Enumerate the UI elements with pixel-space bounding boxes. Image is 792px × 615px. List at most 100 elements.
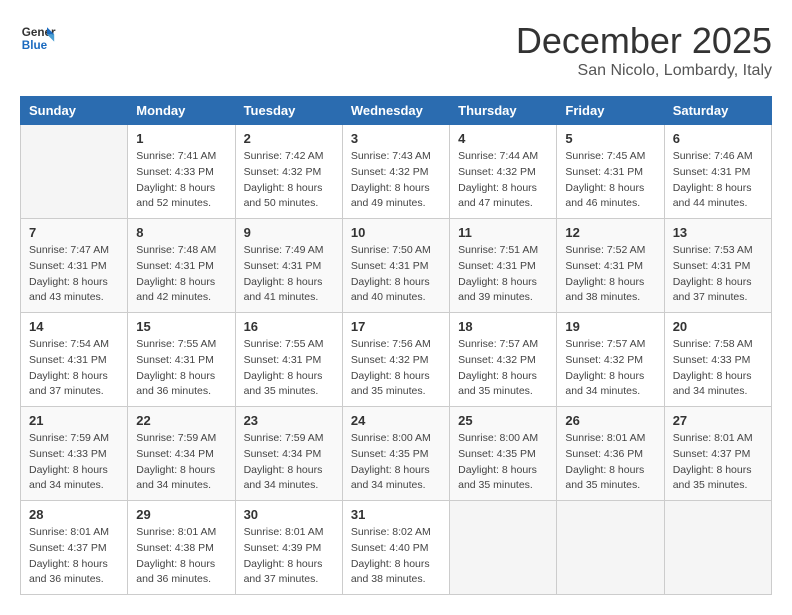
calendar-cell: 8 Sunrise: 7:48 AM Sunset: 4:31 PM Daylig…: [128, 219, 235, 313]
weekday-header-saturday: Saturday: [664, 97, 771, 125]
day-number: 2: [244, 131, 334, 146]
day-info: Sunrise: 7:58 AM Sunset: 4:33 PM Dayligh…: [673, 337, 763, 400]
day-number: 10: [351, 225, 441, 240]
day-number: 7: [29, 225, 119, 240]
day-number: 15: [136, 319, 226, 334]
day-info: Sunrise: 7:51 AM Sunset: 4:31 PM Dayligh…: [458, 243, 548, 306]
calendar-cell: 23 Sunrise: 7:59 AM Sunset: 4:34 PM Dayli…: [235, 407, 342, 501]
calendar-week-row: 7 Sunrise: 7:47 AM Sunset: 4:31 PM Daylig…: [21, 219, 772, 313]
day-info: Sunrise: 8:00 AM Sunset: 4:35 PM Dayligh…: [458, 431, 548, 494]
day-info: Sunrise: 7:59 AM Sunset: 4:34 PM Dayligh…: [244, 431, 334, 494]
calendar-cell: 22 Sunrise: 7:59 AM Sunset: 4:34 PM Dayli…: [128, 407, 235, 501]
weekday-header-monday: Monday: [128, 97, 235, 125]
calendar-cell: 9 Sunrise: 7:49 AM Sunset: 4:31 PM Daylig…: [235, 219, 342, 313]
day-info: Sunrise: 7:53 AM Sunset: 4:31 PM Dayligh…: [673, 243, 763, 306]
day-info: Sunrise: 7:59 AM Sunset: 4:33 PM Dayligh…: [29, 431, 119, 494]
calendar-week-row: 14Sunrise: 7:54 AM Sunset: 4:31 PM Dayli…: [21, 313, 772, 407]
day-number: 20: [673, 319, 763, 334]
calendar-cell: 26 Sunrise: 8:01 AM Sunset: 4:36 PM Dayli…: [557, 407, 664, 501]
day-number: 17: [351, 319, 441, 334]
day-info: Sunrise: 7:43 AM Sunset: 4:32 PM Dayligh…: [351, 149, 441, 212]
day-number: 9: [244, 225, 334, 240]
calendar-cell: 25 Sunrise: 8:00 AM Sunset: 4:35 PM Dayli…: [450, 407, 557, 501]
day-info: Sunrise: 8:01 AM Sunset: 4:36 PM Dayligh…: [565, 431, 655, 494]
day-info: Sunrise: 7:48 AM Sunset: 4:31 PM Dayligh…: [136, 243, 226, 306]
day-number: 28: [29, 507, 119, 522]
calendar-cell: 2 Sunrise: 7:42 AM Sunset: 4:32 PM Daylig…: [235, 125, 342, 219]
day-number: 1: [136, 131, 226, 146]
day-number: 19: [565, 319, 655, 334]
day-number: 23: [244, 413, 334, 428]
day-info: Sunrise: 8:01 AM Sunset: 4:37 PM Dayligh…: [673, 431, 763, 494]
day-info: Sunrise: 7:41 AM Sunset: 4:33 PM Dayligh…: [136, 149, 226, 212]
day-number: 13: [673, 225, 763, 240]
calendar-cell: 5 Sunrise: 7:45 AM Sunset: 4:31 PM Daylig…: [557, 125, 664, 219]
month-title: December 2025: [516, 20, 772, 62]
day-info: Sunrise: 7:52 AM Sunset: 4:31 PM Dayligh…: [565, 243, 655, 306]
weekday-header-friday: Friday: [557, 97, 664, 125]
weekday-header-row: SundayMondayTuesdayWednesdayThursdayFrid…: [21, 97, 772, 125]
day-info: Sunrise: 7:56 AM Sunset: 4:32 PM Dayligh…: [351, 337, 441, 400]
day-info: Sunrise: 7:50 AM Sunset: 4:31 PM Dayligh…: [351, 243, 441, 306]
calendar-cell: 6Sunrise: 7:46 AM Sunset: 4:31 PM Daylig…: [664, 125, 771, 219]
calendar-cell: [21, 125, 128, 219]
day-number: 18: [458, 319, 548, 334]
weekday-header-thursday: Thursday: [450, 97, 557, 125]
day-number: 8: [136, 225, 226, 240]
calendar-cell: 27 Sunrise: 8:01 AM Sunset: 4:37 PM Dayli…: [664, 407, 771, 501]
calendar-cell: 21Sunrise: 7:59 AM Sunset: 4:33 PM Dayli…: [21, 407, 128, 501]
calendar-cell: 7 Sunrise: 7:47 AM Sunset: 4:31 PM Daylig…: [21, 219, 128, 313]
calendar-cell: 15 Sunrise: 7:55 AM Sunset: 4:31 PM Dayli…: [128, 313, 235, 407]
calendar-cell: 31 Sunrise: 8:02 AM Sunset: 4:40 PM Dayli…: [342, 501, 449, 595]
day-info: Sunrise: 7:55 AM Sunset: 4:31 PM Dayligh…: [136, 337, 226, 400]
day-info: Sunrise: 8:00 AM Sunset: 4:35 PM Dayligh…: [351, 431, 441, 494]
day-number: 24: [351, 413, 441, 428]
calendar-week-row: 28 Sunrise: 8:01 AM Sunset: 4:37 PM Dayli…: [21, 501, 772, 595]
day-number: 25: [458, 413, 548, 428]
calendar-cell: [450, 501, 557, 595]
day-info: Sunrise: 7:55 AM Sunset: 4:31 PM Dayligh…: [244, 337, 334, 400]
calendar-week-row: 21Sunrise: 7:59 AM Sunset: 4:33 PM Dayli…: [21, 407, 772, 501]
day-number: 31: [351, 507, 441, 522]
day-number: 27: [673, 413, 763, 428]
calendar-cell: 4 Sunrise: 7:44 AM Sunset: 4:32 PM Daylig…: [450, 125, 557, 219]
day-info: Sunrise: 7:49 AM Sunset: 4:31 PM Dayligh…: [244, 243, 334, 306]
day-number: 22: [136, 413, 226, 428]
calendar-cell: 3 Sunrise: 7:43 AM Sunset: 4:32 PM Daylig…: [342, 125, 449, 219]
day-number: 3: [351, 131, 441, 146]
calendar-cell: 28 Sunrise: 8:01 AM Sunset: 4:37 PM Dayli…: [21, 501, 128, 595]
calendar-cell: 24 Sunrise: 8:00 AM Sunset: 4:35 PM Dayli…: [342, 407, 449, 501]
day-number: 29: [136, 507, 226, 522]
day-info: Sunrise: 7:45 AM Sunset: 4:31 PM Dayligh…: [565, 149, 655, 212]
weekday-header-sunday: Sunday: [21, 97, 128, 125]
calendar-cell: 13 Sunrise: 7:53 AM Sunset: 4:31 PM Dayli…: [664, 219, 771, 313]
calendar-cell: 11 Sunrise: 7:51 AM Sunset: 4:31 PM Dayli…: [450, 219, 557, 313]
day-number: 5: [565, 131, 655, 146]
calendar-cell: 1 Sunrise: 7:41 AM Sunset: 4:33 PM Daylig…: [128, 125, 235, 219]
day-info: Sunrise: 8:01 AM Sunset: 4:39 PM Dayligh…: [244, 525, 334, 588]
day-number: 4: [458, 131, 548, 146]
day-number: 6: [673, 131, 763, 146]
calendar-cell: 14Sunrise: 7:54 AM Sunset: 4:31 PM Dayli…: [21, 313, 128, 407]
day-info: Sunrise: 7:57 AM Sunset: 4:32 PM Dayligh…: [565, 337, 655, 400]
calendar-cell: 19 Sunrise: 7:57 AM Sunset: 4:32 PM Dayli…: [557, 313, 664, 407]
day-info: Sunrise: 7:44 AM Sunset: 4:32 PM Dayligh…: [458, 149, 548, 212]
day-info: Sunrise: 7:59 AM Sunset: 4:34 PM Dayligh…: [136, 431, 226, 494]
day-number: 26: [565, 413, 655, 428]
title-area: December 2025 San Nicolo, Lombardy, Ital…: [516, 20, 772, 80]
calendar-cell: 20 Sunrise: 7:58 AM Sunset: 4:33 PM Dayli…: [664, 313, 771, 407]
day-info: Sunrise: 7:47 AM Sunset: 4:31 PM Dayligh…: [29, 243, 119, 306]
svg-text:Blue: Blue: [22, 39, 48, 52]
day-info: Sunrise: 8:02 AM Sunset: 4:40 PM Dayligh…: [351, 525, 441, 588]
day-number: 14: [29, 319, 119, 334]
day-info: Sunrise: 8:01 AM Sunset: 4:38 PM Dayligh…: [136, 525, 226, 588]
location-title: San Nicolo, Lombardy, Italy: [516, 62, 772, 80]
day-info: Sunrise: 8:01 AM Sunset: 4:37 PM Dayligh…: [29, 525, 119, 588]
day-number: 16: [244, 319, 334, 334]
page-header: General Blue December 2025 San Nicolo, L…: [20, 20, 772, 80]
day-info: Sunrise: 7:42 AM Sunset: 4:32 PM Dayligh…: [244, 149, 334, 212]
calendar-cell: [664, 501, 771, 595]
day-number: 12: [565, 225, 655, 240]
day-number: 11: [458, 225, 548, 240]
calendar-week-row: 1 Sunrise: 7:41 AM Sunset: 4:33 PM Daylig…: [21, 125, 772, 219]
